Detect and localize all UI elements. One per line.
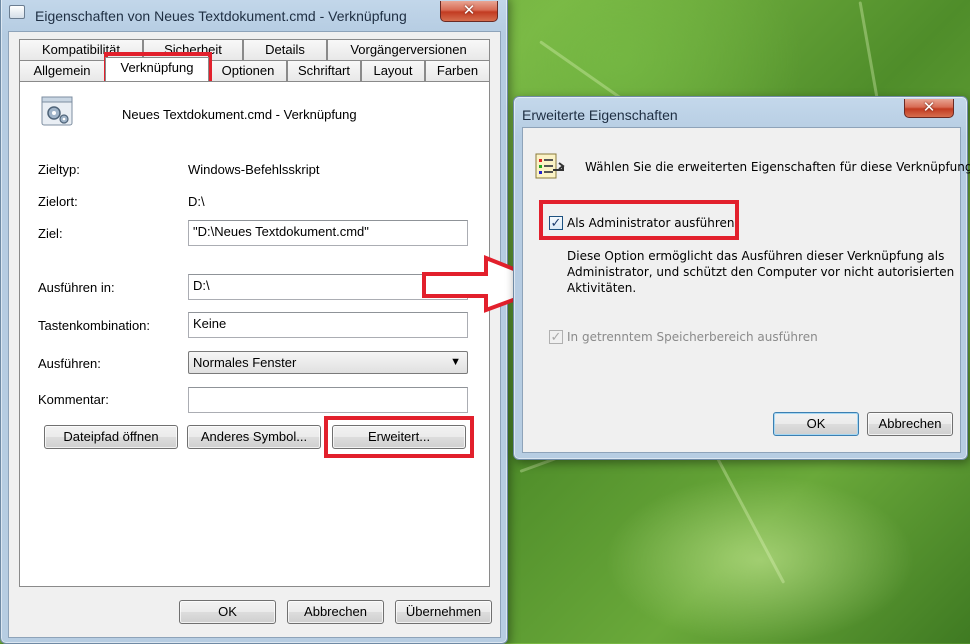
tab-details[interactable]: Details [243, 39, 327, 60]
run-label: Ausführen: [38, 356, 101, 371]
shortcut-tab-panel: Neues Textdokument.cmd - Verknüpfung Zie… [19, 81, 490, 587]
description-line: Administrator, und schützt den Computer … [567, 265, 955, 279]
target-type-label: Zieltyp: [38, 162, 80, 177]
separate-memory-checkbox[interactable]: ✓ [549, 330, 563, 344]
divider [39, 260, 466, 261]
window-app-icon [9, 5, 25, 19]
comment-input[interactable] [188, 387, 468, 413]
tab-vorgaengerversionen[interactable]: Vorgängerversionen [327, 39, 490, 60]
hotkey-input[interactable]: Keine [188, 312, 468, 338]
properties-list-icon [533, 150, 565, 182]
close-icon: ✕ [922, 99, 936, 116]
dialog-ok-button[interactable]: OK [773, 412, 859, 436]
start-in-label: Ausführen in: [38, 280, 115, 295]
tab-label: Verknüpfung [120, 60, 194, 75]
target-location-label: Zielort: [38, 194, 78, 209]
tab-label: Kompatibilität [41, 42, 121, 57]
admin-description: Diese Option ermöglicht das Ausführen di… [567, 248, 954, 296]
tab-label: Farben [436, 63, 479, 78]
separate-memory-label: In getrenntem Speicherbereich ausführen [567, 330, 818, 344]
dialog-cancel-button[interactable]: Abbrechen [867, 412, 953, 436]
window-title: Eigenschaften von Neues Textdokument.cmd… [35, 8, 407, 24]
tab-label: Layout [373, 63, 413, 78]
divider [39, 144, 466, 145]
tab-verknuepfung[interactable]: Verknüpfung [105, 57, 209, 81]
tab-layout[interactable]: Layout [361, 60, 425, 81]
tab-label: Schriftart [297, 63, 350, 78]
tab-allgemein[interactable]: Allgemein [19, 60, 105, 81]
close-icon: ✕ [462, 2, 476, 19]
advanced-properties-dialog: Erweiterte Eigenschaften ✕ Wählen Sie di… [513, 96, 970, 460]
tab-label: Allgemein [33, 63, 91, 78]
dialog-title-bar[interactable]: Erweiterte Eigenschaften ✕ [514, 97, 967, 127]
target-type-value: Windows-Befehlsskript [188, 162, 320, 177]
advanced-button[interactable]: Erweitert... [332, 425, 466, 449]
hotkey-label: Tastenkombination: [38, 318, 151, 333]
tab-label: Optionen [221, 63, 275, 78]
dialog-title: Erweiterte Eigenschaften [522, 107, 678, 123]
apply-button[interactable]: Übernehmen [395, 600, 492, 624]
tab-label: Sicherheit [164, 42, 222, 57]
dialog-intro-text: Wählen Sie die erweiterten Eigenschaften… [585, 160, 970, 174]
comment-label: Kommentar: [38, 392, 109, 407]
properties-window: Eigenschaften von Neues Textdokument.cmd… [0, 0, 508, 644]
ok-button[interactable]: OK [179, 600, 276, 624]
run-as-admin-checkbox[interactable]: ✓ [549, 216, 563, 230]
dialog-client-area: Wählen Sie die erweiterten Eigenschaften… [522, 127, 970, 453]
description-line: Diese Option ermöglicht das Ausführen di… [567, 249, 945, 263]
tab-schriftart[interactable]: Schriftart [287, 60, 361, 81]
target-input[interactable]: "D:\Neues Textdokument.cmd" [188, 220, 468, 246]
tab-label: Vorgängerversionen [350, 42, 467, 57]
tab-label: Details [265, 42, 305, 57]
tab-optionen[interactable]: Optionen [209, 60, 287, 81]
run-as-admin-label[interactable]: Als Administrator ausführen [567, 216, 735, 230]
gear-document-icon [40, 94, 74, 128]
run-mode-value: Normales Fenster [193, 355, 297, 370]
shortcut-name: Neues Textdokument.cmd - Verknüpfung [122, 107, 357, 122]
run-mode-select[interactable]: Normales Fenster ▼ [188, 351, 468, 374]
target-location-value: D:\ [188, 194, 205, 209]
chevron-down-icon: ▼ [450, 356, 461, 368]
cancel-button[interactable]: Abbrechen [287, 600, 384, 624]
tab-farben[interactable]: Farben [425, 60, 490, 81]
window-client-area: Kompatibilität Sicherheit Details Vorgän… [8, 31, 501, 638]
target-label: Ziel: [38, 226, 63, 241]
close-button[interactable]: ✕ [440, 1, 498, 22]
open-file-location-button[interactable]: Dateipfad öffnen [44, 425, 178, 449]
change-icon-button[interactable]: Anderes Symbol... [187, 425, 321, 449]
title-bar[interactable]: Eigenschaften von Neues Textdokument.cmd… [1, 0, 507, 25]
dialog-close-button[interactable]: ✕ [904, 99, 954, 118]
description-line: Aktivitäten. [567, 281, 637, 295]
